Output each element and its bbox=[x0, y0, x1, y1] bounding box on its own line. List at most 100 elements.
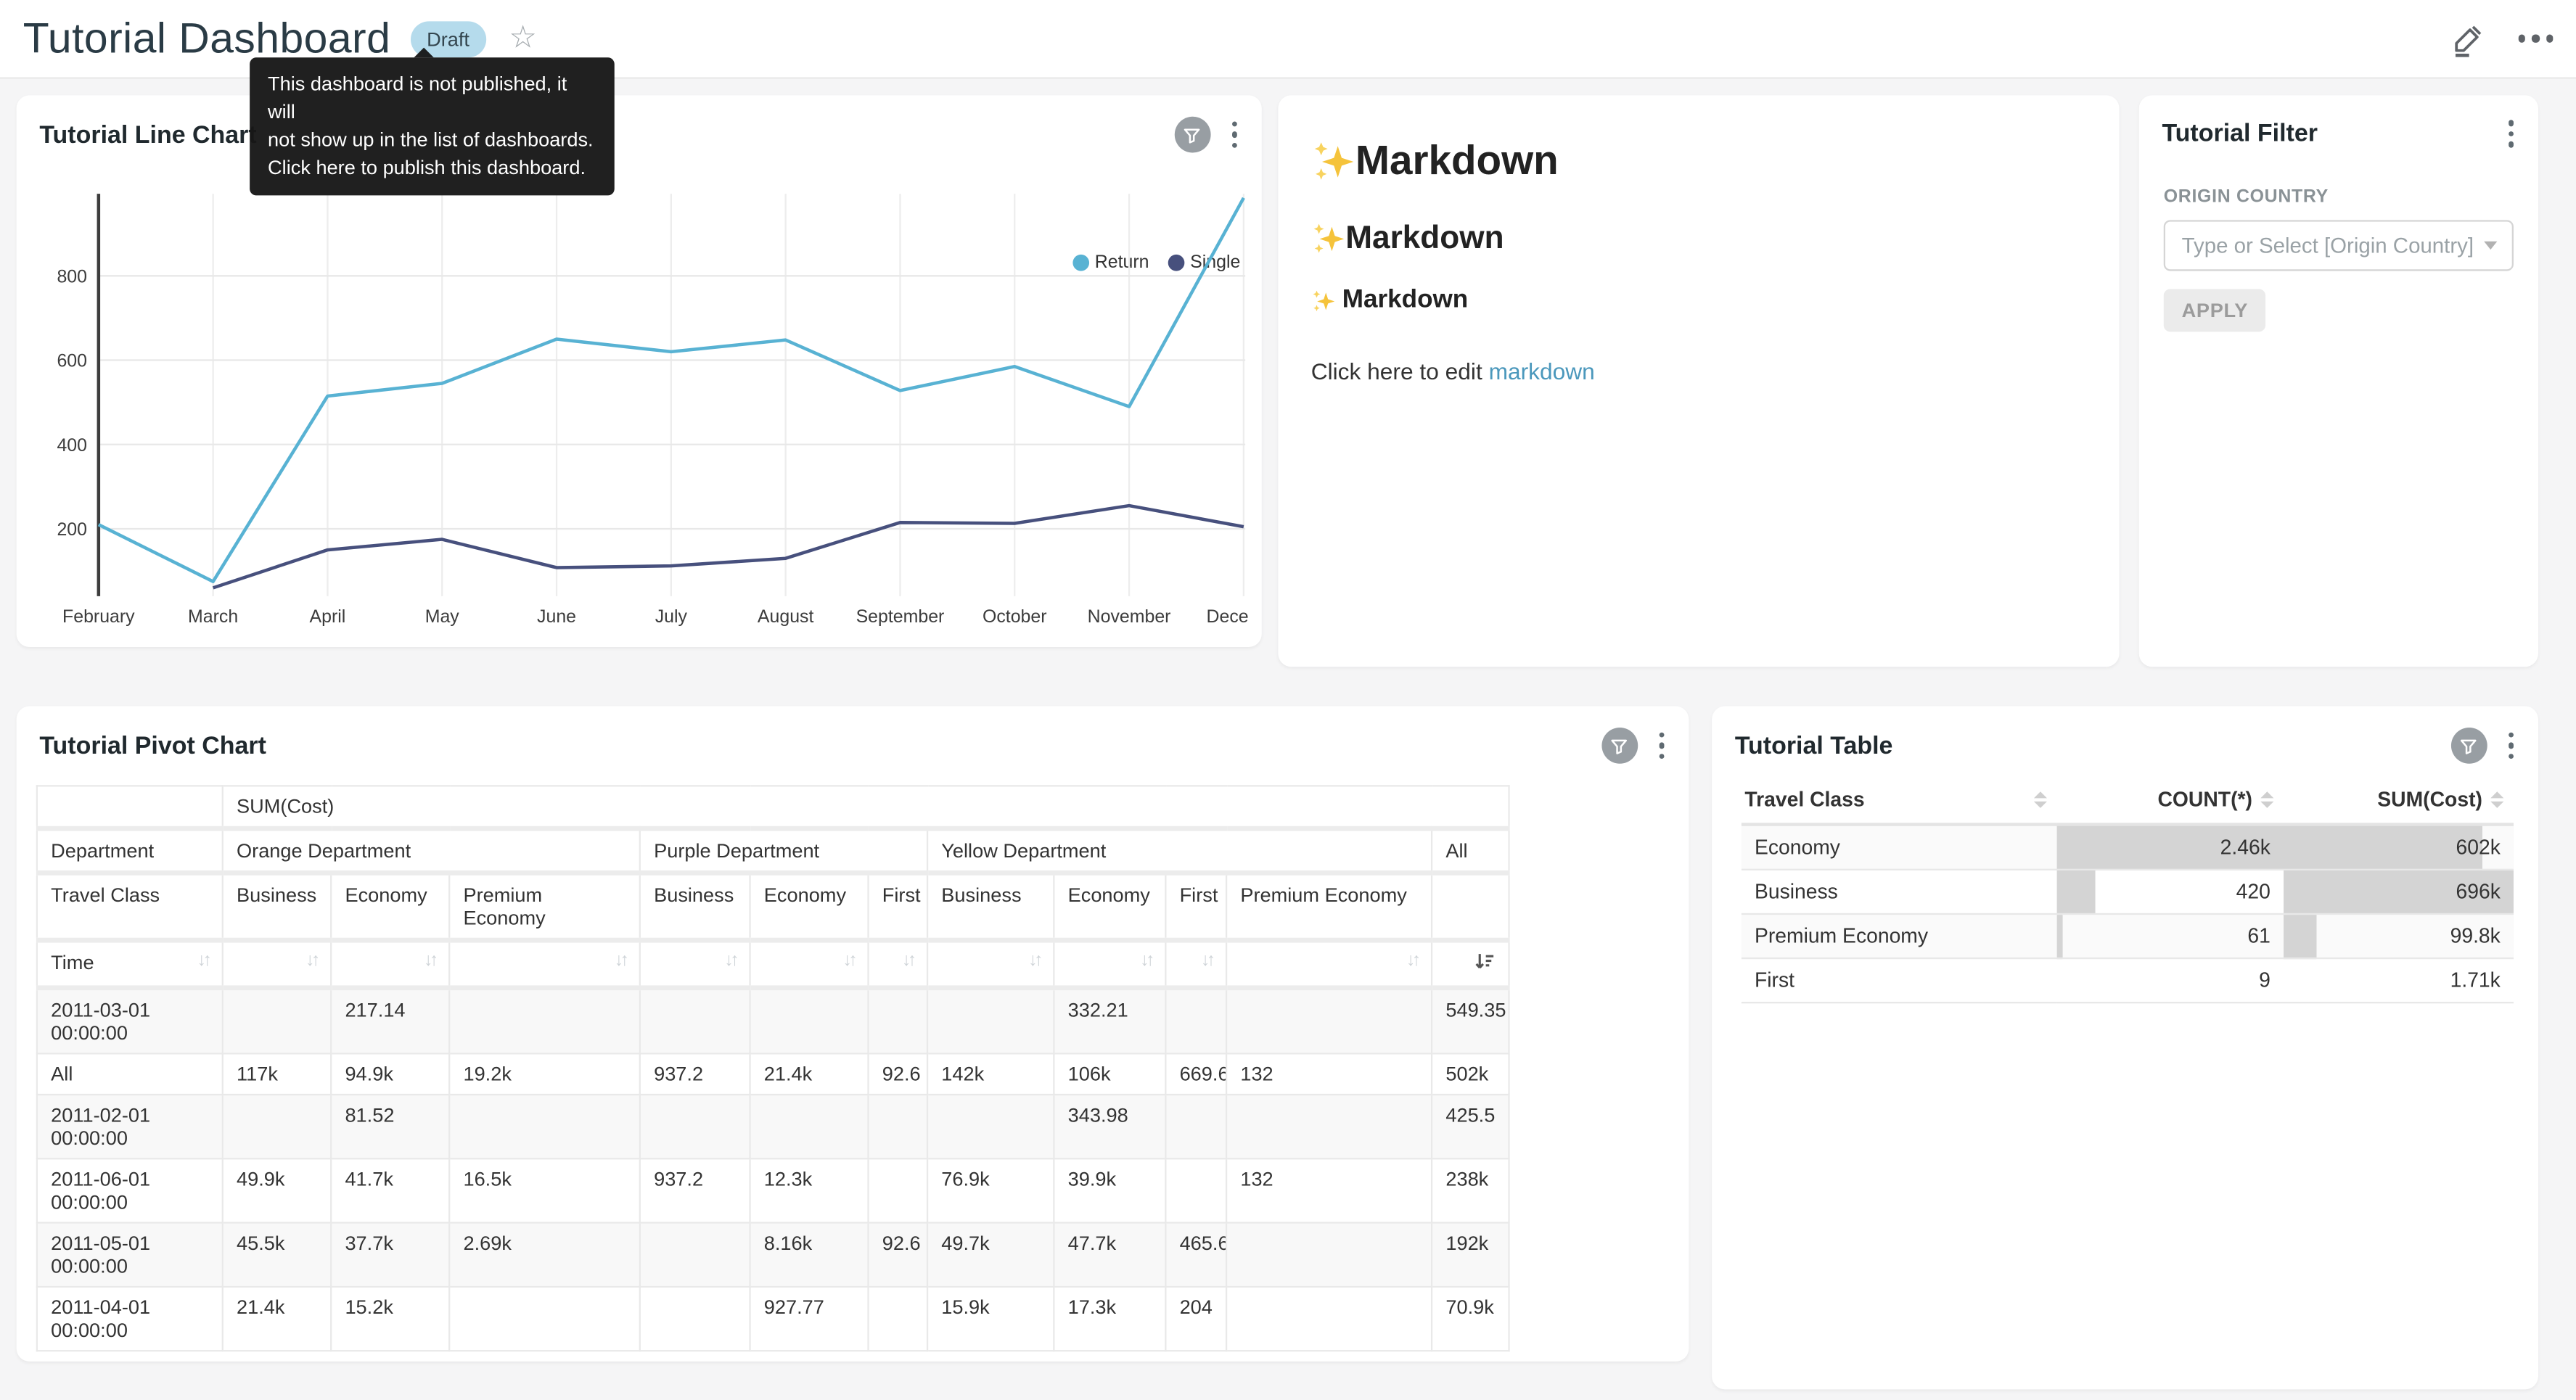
travel-class-cell: Business bbox=[1742, 870, 2057, 914]
pivot-cell: 19.2k bbox=[449, 1053, 640, 1095]
svg-text:200: 200 bbox=[57, 519, 87, 540]
pivot-sort-cell: ↓↑ bbox=[1165, 940, 1226, 988]
svg-text:February: February bbox=[62, 606, 135, 627]
count-cell: 2.46k bbox=[2057, 825, 2284, 870]
table-column-header[interactable]: SUM(Cost) bbox=[2284, 780, 2514, 824]
pivot-sort-cell: ↓↑ bbox=[1054, 940, 1165, 988]
kebab-menu-icon[interactable] bbox=[1228, 118, 1240, 151]
sort-arrows-icon[interactable]: ↓↑ bbox=[842, 951, 854, 971]
table-column-header[interactable]: Travel Class bbox=[1742, 780, 2057, 824]
table-row: Business420696k bbox=[1742, 870, 2514, 914]
sort-descending-icon[interactable] bbox=[1474, 951, 1495, 977]
kebab-menu-icon[interactable] bbox=[1655, 729, 1668, 762]
markdown-h2: Markdown bbox=[1311, 220, 2087, 258]
publish-tooltip[interactable]: This dashboard is not published, it will… bbox=[250, 57, 615, 195]
origin-country-select[interactable]: Type or Select [Origin Country] bbox=[2164, 219, 2514, 270]
pivot-cell: 132 bbox=[1226, 1053, 1432, 1095]
pivot-group-header: Yellow Department bbox=[927, 828, 1432, 873]
sort-arrows-icon[interactable]: ↓↑ bbox=[1028, 951, 1040, 971]
sort-arrows-icon[interactable]: ↓↑ bbox=[724, 951, 736, 971]
pivot-column-header: Business bbox=[223, 873, 331, 940]
sort-arrows-icon[interactable]: ↓↑ bbox=[1140, 951, 1152, 971]
markdown-edit-link[interactable]: markdown bbox=[1489, 358, 1595, 384]
pivot-cell: 343.98 bbox=[1054, 1095, 1165, 1158]
pivot-column-header: First bbox=[869, 873, 928, 940]
svg-text:October: October bbox=[983, 606, 1047, 627]
pivot-time-label: Time↓↑ bbox=[37, 940, 223, 988]
sort-arrows-icon[interactable]: ↓↑ bbox=[902, 951, 914, 971]
sort-carets-icon[interactable] bbox=[2260, 791, 2273, 808]
sort-arrows-icon[interactable]: ↓↑ bbox=[424, 951, 435, 971]
sort-carets-icon[interactable] bbox=[2034, 791, 2047, 808]
table-row: Premium Economy6199.8k bbox=[1742, 914, 2514, 958]
pivot-cell: 117k bbox=[223, 1053, 331, 1095]
sort-arrows-icon[interactable]: ↓↑ bbox=[1406, 951, 1418, 971]
favorite-star-icon[interactable]: ☆ bbox=[509, 23, 537, 54]
filter-circle-icon[interactable] bbox=[1174, 117, 1210, 153]
chevron-down-icon bbox=[2484, 241, 2497, 249]
sort-arrows-icon[interactable]: ↓↑ bbox=[1201, 951, 1213, 971]
pivot-cell bbox=[750, 1095, 869, 1158]
pivot-cell bbox=[1165, 988, 1226, 1054]
sort-arrows-icon[interactable]: ↓↑ bbox=[615, 951, 626, 971]
pivot-department-label: Department bbox=[37, 828, 223, 873]
pivot-metric-header: SUM(Cost) bbox=[223, 786, 1509, 828]
sum-cost-cell: 99.8k bbox=[2284, 914, 2514, 958]
header-actions bbox=[2449, 20, 2554, 57]
filter-circle-icon[interactable] bbox=[2450, 728, 2487, 764]
kebab-menu-icon[interactable] bbox=[2505, 117, 2517, 150]
count-cell: 420 bbox=[2057, 870, 2284, 914]
pivot-cell bbox=[640, 1223, 750, 1287]
pivot-cell: 502k bbox=[1432, 1053, 1509, 1095]
svg-text:March: March bbox=[188, 606, 238, 627]
pivot-row-label: All bbox=[37, 1053, 223, 1095]
table-column-header[interactable]: COUNT(*) bbox=[2057, 780, 2284, 824]
pivot-row-label: 2011-03-01 00:00:00 bbox=[37, 988, 223, 1054]
kebab-menu-icon[interactable] bbox=[2505, 729, 2517, 762]
table-row: Economy2.46k602k bbox=[1742, 825, 2514, 870]
pivot-column-header: Premium Economy bbox=[1226, 873, 1432, 940]
line-chart-card: Tutorial Line Chart Return Single 200400… bbox=[17, 95, 1262, 647]
pivot-row: 2011-04-01 00:00:0021.4k15.2k927.7715.9k… bbox=[37, 1287, 1509, 1351]
pivot-row-label: 2011-02-01 00:00:00 bbox=[37, 1095, 223, 1158]
markdown-card: Markdown Markdown Markdown Click here to… bbox=[1278, 95, 2119, 667]
dashboard-root: Tutorial Dashboard Draft ☆ This dashboar… bbox=[0, 0, 2576, 1400]
pivot-cell bbox=[869, 1287, 928, 1351]
summary-table: Travel ClassCOUNT(*)SUM(Cost)Economy2.46… bbox=[1712, 770, 2538, 1003]
pivot-cell: 92.6 bbox=[869, 1223, 928, 1287]
pivot-cell bbox=[640, 988, 750, 1054]
sort-carets-icon[interactable] bbox=[2490, 791, 2503, 808]
filter-circle-icon[interactable] bbox=[1601, 728, 1637, 764]
pivot-cell: 81.52 bbox=[331, 1095, 449, 1158]
pivot-cell: 17.3k bbox=[1054, 1287, 1165, 1351]
pivot-cell: 142k bbox=[927, 1053, 1054, 1095]
pivot-cell: 49.9k bbox=[223, 1158, 331, 1222]
page-title: Tutorial Dashboard bbox=[23, 13, 391, 64]
pivot-cell bbox=[223, 1095, 331, 1158]
sort-arrows-icon[interactable]: ↓↑ bbox=[197, 951, 209, 971]
pivot-cell: 49.7k bbox=[927, 1223, 1054, 1287]
markdown-paragraph: Click here to edit markdown bbox=[1311, 358, 2087, 384]
pivot-cell: 76.9k bbox=[927, 1158, 1054, 1222]
pivot-cell bbox=[1226, 988, 1432, 1054]
pivot-column-header: Premium Economy bbox=[449, 873, 640, 940]
ellipsis-menu-icon[interactable] bbox=[2518, 28, 2554, 49]
filter-card: Tutorial Filter ORIGIN COUNTRY Type or S… bbox=[2139, 95, 2538, 667]
apply-button[interactable]: APPLY bbox=[2164, 288, 2266, 331]
pivot-cell bbox=[1226, 1223, 1432, 1287]
pivot-cell: 2.69k bbox=[449, 1223, 640, 1287]
sort-arrows-icon[interactable]: ↓↑ bbox=[305, 951, 317, 971]
pivot-sort-cell bbox=[1432, 940, 1509, 988]
pivot-cell bbox=[869, 988, 928, 1054]
pivot-row-label: 2011-05-01 00:00:00 bbox=[37, 1223, 223, 1287]
pivot-cell: 204 bbox=[1165, 1287, 1226, 1351]
pivot-sort-cell: ↓↑ bbox=[869, 940, 928, 988]
edit-pencil-icon[interactable] bbox=[2449, 20, 2485, 57]
svg-text:May: May bbox=[425, 606, 460, 627]
pivot-sort-cell: ↓↑ bbox=[927, 940, 1054, 988]
pivot-cell: 70.9k bbox=[1432, 1287, 1509, 1351]
pivot-cell bbox=[640, 1287, 750, 1351]
pivot-column-header: Business bbox=[640, 873, 750, 940]
pivot-row: 2011-02-01 00:00:0081.52343.98425.5 bbox=[37, 1095, 1509, 1158]
pivot-column-header: Business bbox=[927, 873, 1054, 940]
